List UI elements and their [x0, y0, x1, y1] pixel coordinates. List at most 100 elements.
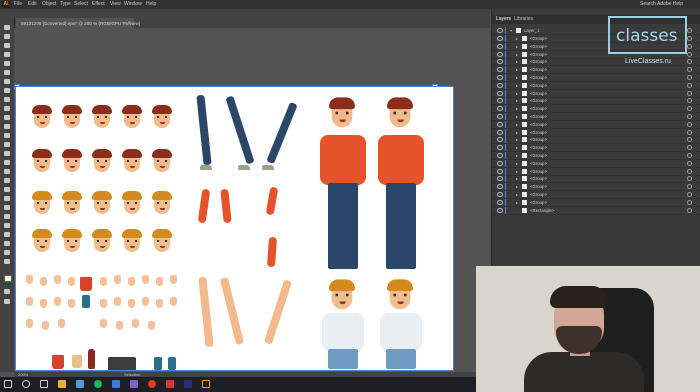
fill-stroke-swatch-icon[interactable] — [4, 275, 12, 282]
layer-row[interactable]: ▸ <Group> — [492, 198, 700, 207]
hand-gesture[interactable] — [54, 275, 61, 284]
layer-row[interactable]: ▸ <Group> — [492, 89, 700, 98]
hand-gesture[interactable] — [40, 277, 47, 286]
character-head-blond[interactable] — [122, 191, 142, 215]
character-head-blond[interactable] — [32, 191, 52, 215]
eraser-tool-icon[interactable] — [4, 115, 10, 120]
free-transform-tool-icon[interactable] — [4, 151, 10, 156]
pencil-tool-icon[interactable] — [4, 106, 10, 111]
shoe-part[interactable] — [200, 165, 212, 170]
target-circle-icon[interactable] — [687, 75, 692, 80]
visibility-eye-icon[interactable] — [497, 28, 503, 33]
expand-triangle-icon[interactable]: ▸ — [516, 106, 518, 111]
character-head-blond[interactable] — [92, 229, 112, 253]
screen-mode-icon[interactable] — [4, 299, 10, 304]
layer-row[interactable]: ▸ <Group> — [492, 97, 700, 106]
character-head[interactable] — [62, 105, 82, 129]
menu-help[interactable]: Help — [146, 1, 156, 7]
mug-item[interactable] — [52, 355, 64, 369]
target-circle-icon[interactable] — [687, 207, 692, 213]
character-full-head[interactable] — [387, 97, 413, 128]
after-effects-icon[interactable] — [184, 380, 192, 388]
layer-row[interactable]: ▸ <Group> — [492, 128, 700, 137]
character-head-blond[interactable] — [92, 191, 112, 215]
zoom-tool-icon[interactable] — [4, 259, 10, 264]
blend-tool-icon[interactable] — [4, 205, 10, 210]
visibility-eye-icon[interactable] — [497, 90, 503, 96]
spotify-icon[interactable] — [94, 380, 102, 388]
character-head[interactable] — [122, 105, 142, 129]
target-circle-icon[interactable] — [687, 129, 692, 135]
layer-row[interactable]: ▸ <Group> — [492, 74, 700, 82]
expand-triangle-icon[interactable]: ▸ — [516, 161, 518, 166]
character-head[interactable] — [152, 149, 172, 173]
character-head[interactable] — [62, 149, 82, 173]
type-tool-icon[interactable] — [4, 70, 10, 75]
character-head-blond[interactable] — [62, 191, 82, 215]
layer-row[interactable]: ▸ <Group> — [492, 175, 700, 184]
visibility-eye-icon[interactable] — [497, 168, 503, 174]
close-icon[interactable]: × — [128, 20, 131, 26]
target-circle-icon[interactable] — [687, 184, 692, 190]
target-circle-icon[interactable] — [687, 145, 692, 151]
hand-gesture[interactable] — [114, 275, 121, 284]
telegram-icon[interactable] — [112, 380, 120, 388]
visibility-eye-icon[interactable] — [497, 75, 503, 80]
canvas-area[interactable] — [14, 28, 490, 372]
character-tshirt[interactable] — [380, 313, 422, 351]
selection-tool-icon[interactable] — [4, 25, 10, 30]
character-head-blond[interactable] — [122, 229, 142, 253]
target-circle-icon[interactable] — [687, 28, 692, 33]
character-full-head-blond[interactable] — [387, 279, 413, 310]
character-shirt[interactable] — [378, 135, 424, 185]
target-circle-icon[interactable] — [687, 153, 692, 158]
target-circle-icon[interactable] — [687, 98, 692, 104]
expand-triangle-icon[interactable]: ▸ — [516, 192, 518, 197]
menu-type[interactable]: Type — [60, 1, 71, 7]
phone-item[interactable] — [154, 357, 162, 370]
hand-gesture[interactable] — [170, 297, 177, 306]
expand-triangle-icon[interactable]: ▸ — [516, 114, 518, 119]
character-head[interactable] — [32, 149, 52, 173]
magic-wand-tool-icon[interactable] — [4, 43, 10, 48]
visibility-eye-icon[interactable] — [497, 137, 503, 143]
curvature-tool-icon[interactable] — [4, 61, 10, 66]
layer-row[interactable]: ▸ <Group> — [492, 66, 700, 75]
target-circle-icon[interactable] — [687, 90, 692, 96]
hand-gesture[interactable] — [116, 321, 123, 330]
hand-gesture[interactable] — [42, 321, 49, 330]
perspective-grid-tool-icon[interactable] — [4, 169, 10, 174]
target-circle-icon[interactable] — [687, 106, 692, 112]
expand-triangle-icon[interactable]: ▸ — [516, 184, 518, 189]
visibility-eye-icon[interactable] — [497, 114, 503, 119]
hand-gesture[interactable] — [68, 299, 75, 308]
target-circle-icon[interactable] — [687, 82, 692, 88]
target-circle-icon[interactable] — [687, 114, 692, 119]
paintbrush-tool-icon[interactable] — [4, 97, 10, 102]
hand-gesture[interactable] — [142, 297, 149, 306]
expand-triangle-icon[interactable]: ▸ — [516, 169, 518, 174]
gradient-tool-icon[interactable] — [4, 187, 10, 192]
draw-mode-icon[interactable] — [4, 289, 10, 294]
character-head[interactable] — [92, 149, 112, 173]
menu-window[interactable]: Window — [124, 1, 142, 7]
hand-gesture[interactable] — [114, 297, 121, 306]
visibility-eye-icon[interactable] — [497, 160, 503, 166]
expand-triangle-icon[interactable]: ▸ — [516, 36, 518, 41]
character-head-blond[interactable] — [32, 229, 52, 253]
hand-gesture[interactable] — [148, 321, 155, 330]
menu-edit[interactable]: Edit — [28, 1, 37, 7]
character-tshirt[interactable] — [322, 313, 364, 351]
acrobat-icon[interactable] — [166, 380, 174, 388]
visibility-eye-icon[interactable] — [497, 106, 503, 112]
expand-triangle-icon[interactable]: ▸ — [516, 145, 518, 150]
arm-part[interactable] — [220, 188, 232, 224]
layer-row[interactable]: ▸ <Group> — [492, 191, 700, 199]
phone-item[interactable] — [168, 357, 176, 370]
character-shorts[interactable] — [328, 349, 358, 369]
layer-row[interactable]: ▸ <Group> — [492, 159, 700, 168]
target-circle-icon[interactable] — [687, 59, 692, 65]
hand-gesture[interactable] — [142, 275, 149, 284]
layer-row[interactable]: ▸ <Group> — [492, 152, 700, 160]
search-icon[interactable] — [22, 380, 30, 388]
